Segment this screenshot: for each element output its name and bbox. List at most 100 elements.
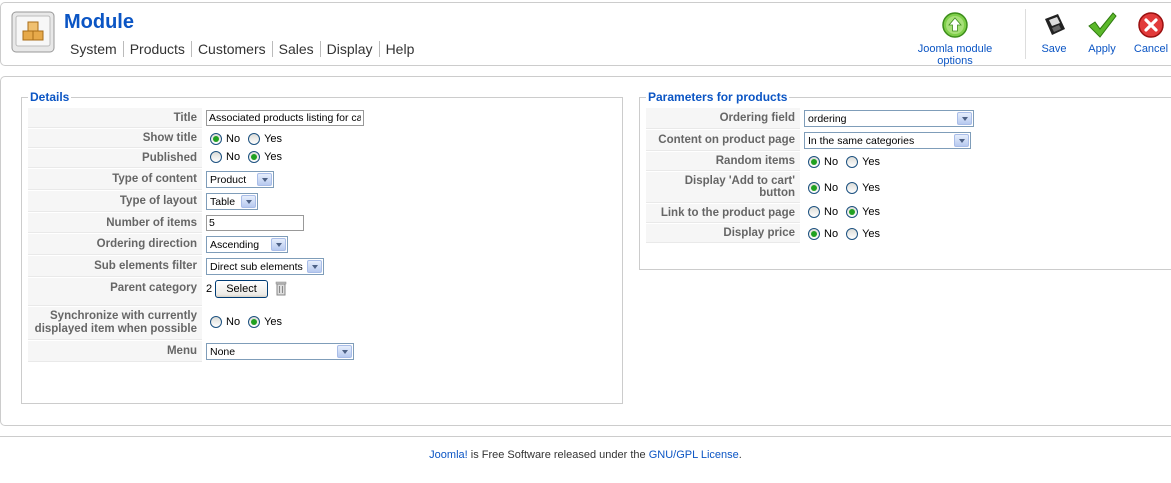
menu-help[interactable]: Help [378, 41, 421, 57]
type-layout-label: Type of layout [28, 191, 202, 212]
row-link-page: Link to the product page No Yes [646, 204, 978, 223]
footer: Joomla! is Free Software released under … [0, 436, 1171, 461]
parent-cat-value: 2 [206, 283, 213, 295]
check-icon [1088, 12, 1117, 38]
up-arrow-icon [942, 12, 968, 38]
row-random: Random items No Yes [646, 152, 978, 171]
display-price-yes-radio[interactable] [846, 227, 859, 240]
menu-customers[interactable]: Customers [190, 41, 272, 57]
parameters-table: Ordering field ordering Content on produ… [646, 107, 978, 244]
display-price-no-radio[interactable] [808, 227, 820, 240]
chevron-down-icon [307, 260, 322, 273]
joomla-options-button[interactable]: Joomla module options [899, 11, 1011, 67]
published-label: Published [28, 149, 202, 168]
details-table: Title Show title No Yes Published No Yes… [28, 107, 368, 363]
content-area: Details Title Show title No Yes Publishe… [0, 76, 1171, 426]
yes-label: Yes [264, 132, 283, 145]
add-cart-yes-radio[interactable] [846, 181, 859, 194]
type-layout-value: Table [210, 195, 236, 208]
cancel-button[interactable]: Cancel [1131, 11, 1171, 55]
save-button[interactable]: Save [1037, 11, 1071, 55]
no-label: No [226, 151, 241, 163]
no-label: No [824, 155, 839, 168]
row-type-content: Type of content Product [28, 169, 368, 190]
floppy-disk-icon [1045, 14, 1065, 35]
content-page-label: Content on product page [646, 130, 800, 151]
chevron-down-icon [257, 173, 272, 186]
sync-no-radio[interactable] [210, 316, 222, 328]
type-content-value: Product [210, 173, 247, 186]
details-panel: Details Title Show title No Yes Publishe… [21, 90, 623, 404]
type-layout-select[interactable]: Table [206, 193, 258, 210]
show-title-radios: No Yes [206, 132, 286, 145]
no-label: No [824, 181, 839, 194]
title-input[interactable] [206, 110, 364, 126]
module-icon [11, 11, 55, 53]
select-button[interactable]: Select [215, 280, 268, 298]
sub-filter-value: Direct sub elements [210, 260, 303, 273]
row-published: Published No Yes [28, 149, 368, 168]
num-items-input[interactable] [206, 215, 304, 231]
published-no-radio[interactable] [210, 151, 222, 163]
page-title: Module [64, 11, 134, 33]
chevron-down-icon [954, 134, 969, 147]
num-items-label: Number of items [28, 213, 202, 233]
sync-label-line-1: Synchronize with currently [50, 310, 197, 322]
link-page-no-radio[interactable] [808, 206, 820, 218]
random-label: Random items [646, 152, 800, 171]
row-menu: Menu None [28, 341, 368, 362]
ordering-field-value: ordering [808, 112, 847, 125]
sync-yes-radio[interactable] [248, 316, 261, 328]
parameters-legend: Parameters for products [648, 90, 788, 104]
sub-filter-label: Sub elements filter [28, 256, 202, 277]
link-page-label: Link to the product page [646, 204, 800, 223]
published-yes-radio[interactable] [248, 151, 261, 163]
menu-select[interactable]: None [206, 343, 354, 360]
type-content-select[interactable]: Product [206, 171, 274, 188]
ordering-field-select[interactable]: ordering [804, 110, 974, 127]
menu-display[interactable]: Display [319, 41, 379, 57]
row-content-page: Content on product page In the same cate… [646, 130, 978, 151]
menu-sales[interactable]: Sales [271, 41, 320, 57]
yes-label: Yes [264, 316, 283, 328]
row-sub-filter: Sub elements filter Direct sub elements [28, 256, 368, 277]
menu-system[interactable]: System [64, 41, 123, 57]
row-display-price: Display price No Yes [646, 224, 978, 243]
apply-button[interactable]: Apply [1083, 11, 1121, 55]
yes-label: Yes [862, 181, 881, 194]
display-price-radios: No Yes [804, 227, 884, 240]
content-page-value: In the same categories [808, 134, 915, 147]
joomla-link[interactable]: Joomla! [429, 449, 468, 461]
link-page-yes-radio[interactable] [846, 206, 859, 218]
random-no-radio[interactable] [808, 155, 820, 168]
show-title-no-radio[interactable] [210, 132, 222, 145]
menu-products[interactable]: Products [122, 41, 191, 57]
row-parent-cat: Parent category 2 Select [28, 278, 368, 306]
row-title: Title [28, 108, 368, 128]
details-legend: Details [30, 90, 70, 104]
content-page-select[interactable]: In the same categories [804, 132, 971, 149]
yes-label: Yes [264, 151, 283, 163]
sub-filter-select[interactable]: Direct sub elements [206, 258, 324, 275]
save-label: Save [1041, 43, 1067, 55]
footer-text: is Free Software released under the [467, 449, 649, 461]
title-label: Title [28, 108, 202, 128]
ordering-dir-label: Ordering direction [28, 234, 202, 255]
menu-label: Menu [28, 341, 202, 362]
random-yes-radio[interactable] [846, 155, 859, 168]
row-show-title: Show title No Yes [28, 129, 368, 148]
cancel-label: Cancel [1133, 43, 1169, 55]
sync-radios: No Yes [206, 316, 286, 328]
row-ordering-dir: Ordering direction Ascending [28, 234, 368, 255]
sync-label-line-2: displayed item when possible [34, 323, 197, 335]
display-price-label: Display price [646, 224, 800, 243]
ordering-field-label: Ordering field [646, 108, 800, 129]
show-title-yes-radio[interactable] [248, 132, 261, 145]
chevron-down-icon [957, 112, 972, 125]
license-link[interactable]: GNU/GPL License [649, 449, 739, 461]
parent-cat-label: Parent category [28, 278, 202, 306]
header: Module System Products Customers Sales D… [0, 2, 1171, 67]
add-cart-no-radio[interactable] [808, 181, 820, 194]
ordering-dir-select[interactable]: Ascending [206, 236, 288, 253]
trash-icon[interactable] [275, 280, 287, 296]
